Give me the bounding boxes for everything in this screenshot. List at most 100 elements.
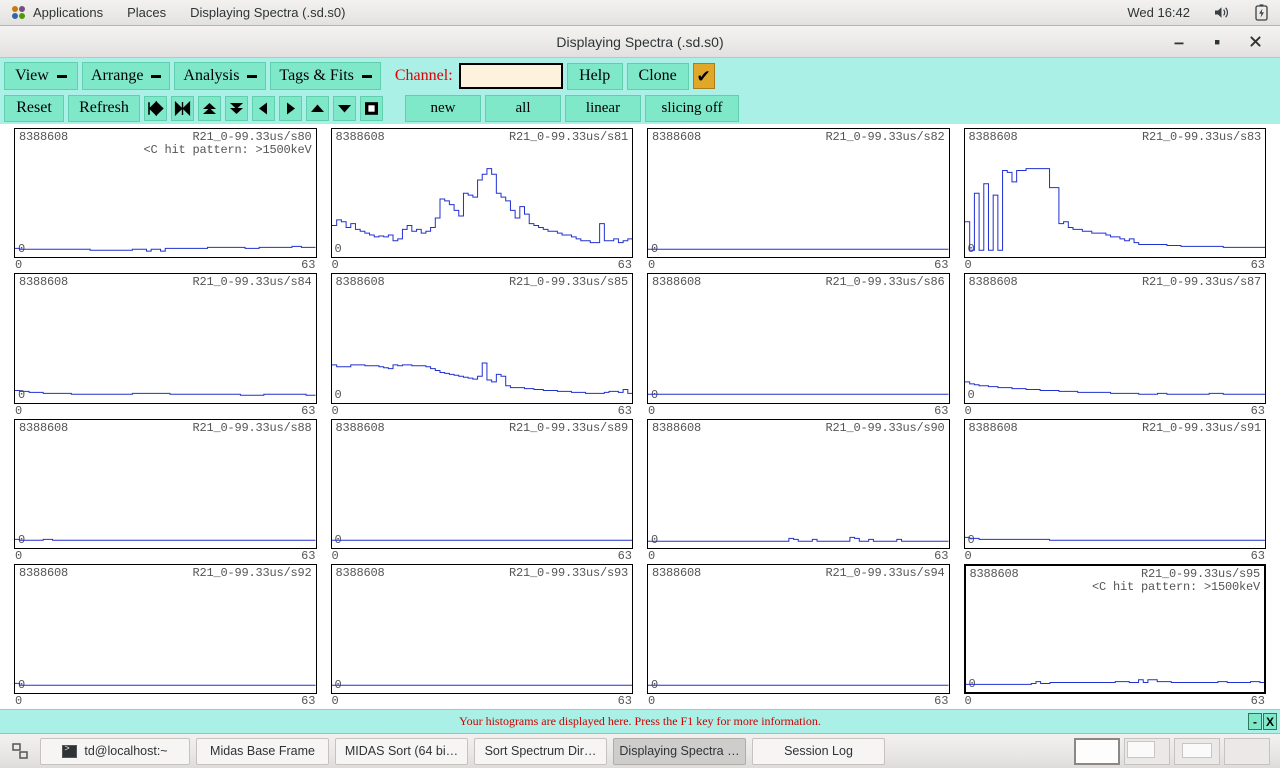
- spectrum-plot-s94[interactable]: 8388608R21_0-99.33us/s940: [647, 564, 950, 694]
- taskbar-button-3[interactable]: Sort Spectrum Dir…: [474, 738, 607, 765]
- active-window-menu[interactable]: Displaying Spectra (.sd.s0): [178, 0, 357, 26]
- spectrum-xaxis-s85: 0 63: [331, 404, 634, 419]
- spectrum-plot-s89[interactable]: 8388608R21_0-99.33us/s890: [331, 419, 634, 549]
- spectrum-plot-s82[interactable]: 8388608R21_0-99.33us/s820: [647, 128, 950, 258]
- menu-arrange[interactable]: Arrange: [82, 62, 170, 90]
- spectrum-panel-s85[interactable]: 8388608R21_0-99.33us/s8500 63: [331, 273, 634, 418]
- spectrum-plot-s86[interactable]: 8388608R21_0-99.33us/s860: [647, 273, 950, 403]
- spectrum-xmin-s91: 0: [965, 549, 972, 564]
- refresh-button-label: Refresh: [79, 99, 129, 117]
- close-icon[interactable]: [1246, 33, 1264, 51]
- spectrum-plot-s93[interactable]: 8388608R21_0-99.33us/s930: [331, 564, 634, 694]
- spectrum-panel-s81[interactable]: 8388608R21_0-99.33us/s810063: [331, 128, 634, 273]
- workspace-1[interactable]: [1074, 738, 1120, 765]
- spectrum-curve-s84: [15, 274, 316, 402]
- workspace-4[interactable]: [1224, 738, 1270, 765]
- goto-first-icon[interactable]: [144, 96, 167, 121]
- spectrum-panel-s83[interactable]: 8388608R21_0-99.33us/s830063: [964, 128, 1267, 273]
- terminal-icon: [62, 745, 77, 758]
- spectrum-plot-s88[interactable]: 8388608R21_0-99.33us/s880: [14, 419, 317, 549]
- workspace-2[interactable]: [1124, 738, 1170, 765]
- applications-menu[interactable]: Applications: [0, 0, 115, 26]
- spectrum-xmax-s85: 63: [618, 404, 632, 419]
- menu-view[interactable]: View: [4, 62, 78, 90]
- spectrum-panel-s86[interactable]: 8388608R21_0-99.33us/s860063: [647, 273, 950, 418]
- step-left-icon[interactable]: [252, 96, 275, 121]
- expand-horizontal-icon[interactable]: [171, 96, 194, 121]
- status-minimize-button[interactable]: -: [1248, 713, 1262, 730]
- decrease-icon[interactable]: [333, 96, 356, 121]
- refresh-button[interactable]: Refresh: [68, 95, 140, 122]
- minimize-icon[interactable]: [1170, 33, 1188, 51]
- spectrum-xaxis-s80: 063: [14, 258, 317, 273]
- spectrum-panel-s89[interactable]: 8388608R21_0-99.33us/s890063: [331, 419, 634, 564]
- spectrum-plot-s90[interactable]: 8388608R21_0-99.33us/s900: [647, 419, 950, 549]
- spectrum-curve-s86: [648, 274, 949, 402]
- spectrum-panel-s94[interactable]: 8388608R21_0-99.33us/s940063: [647, 564, 950, 709]
- spectrum-panel-s90[interactable]: 8388608R21_0-99.33us/s9000 63: [647, 419, 950, 564]
- spectrum-plot-s80[interactable]: 8388608R21_0-99.33us/s80<C hit pattern: …: [14, 128, 317, 258]
- workspace-3[interactable]: [1174, 738, 1220, 765]
- channel-input[interactable]: [459, 63, 563, 89]
- spectrum-plot-s87[interactable]: 8388608R21_0-99.33us/s870: [964, 273, 1267, 403]
- stop-icon[interactable]: [360, 96, 383, 121]
- status-close-button[interactable]: X: [1263, 713, 1277, 730]
- active-window-label: Displaying Spectra (.sd.s0): [190, 5, 345, 20]
- scale-up-icon[interactable]: [198, 96, 221, 121]
- spectrum-xmax-s94: 63: [934, 694, 948, 709]
- spectrum-curve-s85: [332, 274, 633, 402]
- spectrum-panel-s92[interactable]: 8388608R21_0-99.33us/s920063: [14, 564, 317, 709]
- clock[interactable]: Wed 16:42: [1115, 0, 1202, 26]
- increase-icon[interactable]: [306, 96, 329, 121]
- spectrum-plot-s85[interactable]: 8388608R21_0-99.33us/s850: [331, 273, 634, 403]
- taskbar-button-2[interactable]: MIDAS Sort (64 bi…: [335, 738, 468, 765]
- help-button[interactable]: Help: [567, 63, 623, 90]
- spectrum-xmin-s90: 0: [648, 549, 655, 564]
- spectrum-panel-s80[interactable]: 8388608R21_0-99.33us/s80<C hit pattern: …: [14, 128, 317, 273]
- check-icon: ✔: [697, 68, 711, 85]
- spectrum-plot-s81[interactable]: 8388608R21_0-99.33us/s810: [331, 128, 634, 258]
- mode-linear-button[interactable]: linear: [565, 95, 641, 122]
- taskbar-button-1[interactable]: Midas Base Frame: [196, 738, 329, 765]
- spectrum-panel-s91[interactable]: 8388608R21_0-99.33us/s910063: [964, 419, 1267, 564]
- mode-slicing-button[interactable]: slicing off: [645, 95, 739, 122]
- clone-button[interactable]: Clone: [627, 63, 689, 90]
- workspace-switcher[interactable]: [1074, 738, 1274, 765]
- spectrum-curve-s80: [15, 129, 316, 257]
- reset-button[interactable]: Reset: [4, 95, 64, 122]
- taskbar-button-4[interactable]: Displaying Spectra …: [613, 738, 746, 765]
- spectrum-plot-s84[interactable]: 8388608R21_0-99.33us/s840: [14, 273, 317, 403]
- step-right-icon[interactable]: [279, 96, 302, 121]
- spectrum-panel-s88[interactable]: 8388608R21_0-99.33us/s880063: [14, 419, 317, 564]
- volume-icon[interactable]: [1202, 0, 1243, 26]
- menu-tags-and-fits[interactable]: Tags & Fits: [270, 62, 380, 90]
- places-menu[interactable]: Places: [115, 0, 178, 26]
- spectrum-curve-s90: [648, 420, 949, 548]
- taskbar-button-5[interactable]: Session Log: [752, 738, 885, 765]
- status-bar: Your histograms are displayed here. Pres…: [0, 709, 1280, 733]
- show-desktop-icon[interactable]: [6, 738, 34, 765]
- spectrum-panel-s84[interactable]: 8388608R21_0-99.33us/s840063: [14, 273, 317, 418]
- spectrum-plot-s91[interactable]: 8388608R21_0-99.33us/s910: [964, 419, 1267, 549]
- spectrum-panel-s82[interactable]: 8388608R21_0-99.33us/s820063: [647, 128, 950, 273]
- mode-new-button[interactable]: new: [405, 95, 481, 122]
- spectrum-curve-s87: [965, 274, 1266, 402]
- spectrum-xmin-s95: 0: [965, 694, 972, 709]
- spectrum-plot-s95[interactable]: 8388608R21_0-99.33us/s95<C hit pattern: …: [964, 564, 1267, 694]
- spectrum-panel-s95[interactable]: 8388608R21_0-99.33us/s95<C hit pattern: …: [964, 564, 1267, 709]
- taskbar-button-0[interactable]: td@localhost:~: [40, 738, 190, 765]
- spectrum-plot-s92[interactable]: 8388608R21_0-99.33us/s920: [14, 564, 317, 694]
- maximize-icon[interactable]: [1208, 33, 1226, 51]
- spectrum-xmin-s85: 0: [332, 404, 339, 419]
- mode-all-button[interactable]: all: [485, 95, 561, 122]
- spectrum-panel-s93[interactable]: 8388608R21_0-99.33us/s930063: [331, 564, 634, 709]
- menu-analysis[interactable]: Analysis: [174, 62, 266, 90]
- scale-down-icon[interactable]: [225, 96, 248, 121]
- spectrum-xaxis-s84: 063: [14, 404, 317, 419]
- spectrum-xmax-s90: 63: [934, 549, 948, 564]
- spectrum-panel-s87[interactable]: 8388608R21_0-99.33us/s870063: [964, 273, 1267, 418]
- window-titlebar[interactable]: Displaying Spectra (.sd.s0): [0, 26, 1280, 58]
- battery-charging-icon[interactable]: [1243, 0, 1280, 26]
- spectrum-plot-s83[interactable]: 8388608R21_0-99.33us/s830: [964, 128, 1267, 258]
- checkmark-toggle[interactable]: ✔: [693, 63, 715, 89]
